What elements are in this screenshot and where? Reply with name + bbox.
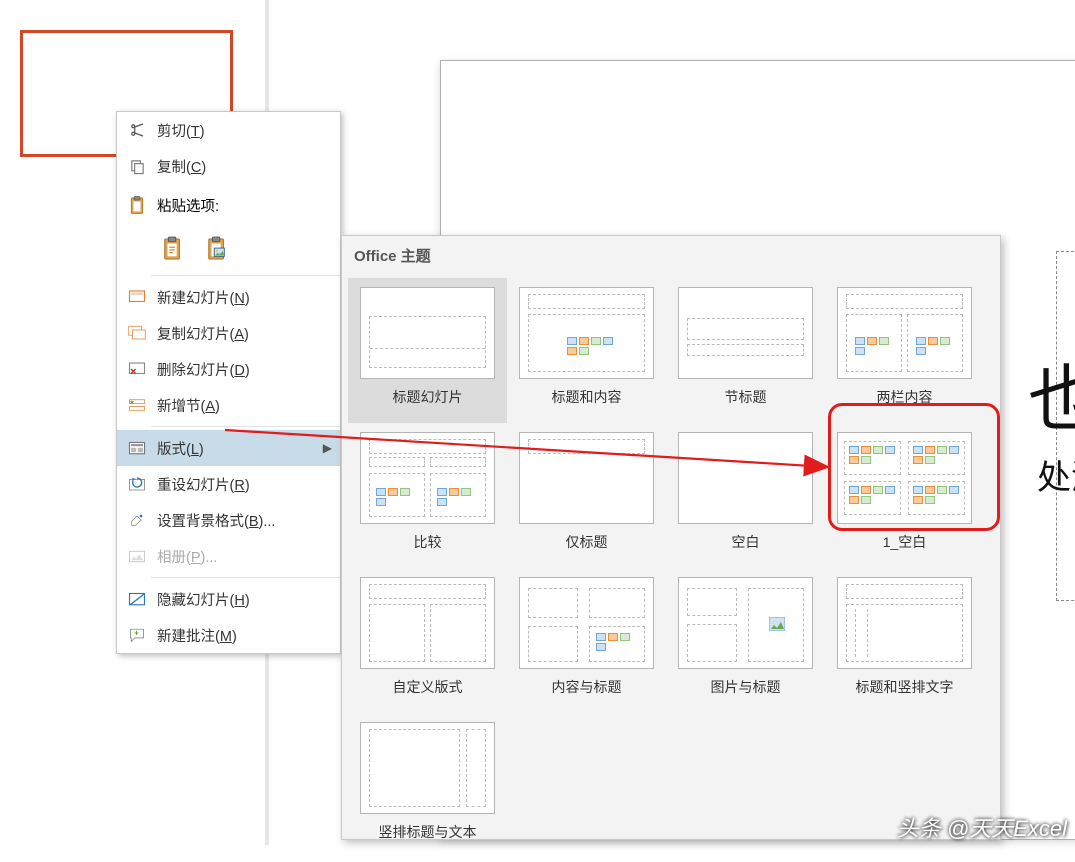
layout-flyout: Office 主题 标题幻灯片 标题和内容 节标题 两栏内容 比较 仅标题 — [341, 235, 1001, 840]
menu-photo-album: 相册(P)... — [117, 538, 340, 574]
layout-label: 比较 — [414, 532, 442, 552]
flyout-title: Office 主题 — [342, 236, 1000, 274]
context-menu: 剪切(T) 复制(C) 粘贴选项: 新建幻灯片(N) 复制幻灯片(A) 删除幻灯… — [116, 111, 341, 654]
layout-label: 空白 — [732, 532, 760, 552]
paste-options-row — [117, 226, 340, 272]
menu-copy[interactable]: 复制(C) — [117, 148, 340, 184]
menu-format-background[interactable]: 设置背景格式(B)... — [117, 502, 340, 538]
layout-label: 仅标题 — [566, 532, 608, 552]
layout-1-blank[interactable]: 1_空白 — [825, 423, 984, 568]
layout-label: 内容与标题 — [552, 677, 622, 697]
copy-icon — [125, 155, 149, 177]
menu-delete-slide[interactable]: 删除幻灯片(D) — [117, 351, 340, 387]
slide-text-fragment: 处添 — [1037, 450, 1075, 499]
svg-text:✶: ✶ — [129, 398, 135, 407]
layout-title-vertical-text[interactable]: 标题和竖排文字 — [825, 568, 984, 713]
submenu-arrow-icon: ▶ — [323, 441, 332, 455]
layout-label: 自定义版式 — [393, 677, 463, 697]
menu-label: 粘贴选项: — [157, 195, 219, 216]
hide-slide-icon — [125, 588, 149, 610]
layout-thumb — [360, 287, 495, 379]
layout-vertical-title-text[interactable]: 竖排标题与文本 — [348, 713, 507, 858]
svg-text:+: + — [134, 629, 139, 638]
layout-label: 两栏内容 — [877, 387, 933, 407]
menu-add-section[interactable]: ✶ 新增节(A) — [117, 387, 340, 423]
format-bg-icon — [125, 509, 149, 531]
menu-label: 设置背景格式(B)... — [157, 510, 275, 531]
layout-label: 标题幻灯片 — [393, 387, 463, 407]
layout-label: 节标题 — [725, 387, 767, 407]
layout-title-only[interactable]: 仅标题 — [507, 423, 666, 568]
layout-section-header[interactable]: 节标题 — [666, 278, 825, 423]
menu-reset-slide[interactable]: 重设幻灯片(R) — [117, 466, 340, 502]
watermark: 头条 @天天Excel — [897, 811, 1067, 843]
menu-label: 相册(P)... — [157, 546, 217, 567]
layout-picture-with-caption[interactable]: 图片与标题 — [666, 568, 825, 713]
menu-layout[interactable]: 版式(L) ▶ — [117, 430, 340, 466]
layout-label: 竖排标题与文本 — [379, 822, 477, 842]
delete-slide-icon — [125, 358, 149, 380]
menu-label: 复制(C) — [157, 156, 206, 177]
layout-two-content[interactable]: 两栏内容 — [825, 278, 984, 423]
reset-icon — [125, 473, 149, 495]
slide-text-fragment: 也 — [1028, 340, 1075, 445]
layout-comparison[interactable]: 比较 — [348, 423, 507, 568]
add-section-icon: ✶ — [125, 394, 149, 416]
menu-cut[interactable]: 剪切(T) — [117, 112, 340, 148]
separator — [151, 275, 340, 276]
menu-new-comment[interactable]: + 新建批注(M) — [117, 617, 340, 653]
menu-label: 剪切(T) — [157, 120, 205, 141]
menu-label: 新增节(A) — [157, 395, 220, 416]
layout-grid: 标题幻灯片 标题和内容 节标题 两栏内容 比较 仅标题 空白 — [342, 274, 1000, 862]
separator — [151, 426, 340, 427]
menu-new-slide[interactable]: 新建幻灯片(N) — [117, 279, 340, 315]
menu-label: 复制幻灯片(A) — [157, 323, 249, 344]
clipboard-icon — [125, 194, 149, 216]
layout-content-with-caption[interactable]: 内容与标题 — [507, 568, 666, 713]
layout-label: 1_空白 — [883, 532, 927, 552]
paste-keep-source-button[interactable] — [157, 231, 189, 267]
layout-title-content[interactable]: 标题和内容 — [507, 278, 666, 423]
scissors-icon — [125, 119, 149, 141]
menu-label: 版式(L) — [157, 438, 204, 459]
menu-hide-slide[interactable]: 隐藏幻灯片(H) — [117, 581, 340, 617]
menu-duplicate-slide[interactable]: 复制幻灯片(A) — [117, 315, 340, 351]
layout-label: 标题和内容 — [552, 387, 622, 407]
separator — [151, 577, 340, 578]
layout-title-slide[interactable]: 标题幻灯片 — [348, 278, 507, 423]
menu-label: 重设幻灯片(R) — [157, 474, 250, 495]
paste-picture-button[interactable] — [201, 231, 233, 267]
new-slide-icon — [125, 286, 149, 308]
layout-icon — [125, 437, 149, 459]
menu-label: 新建批注(M) — [157, 625, 237, 646]
menu-label: 隐藏幻灯片(H) — [157, 589, 250, 610]
layout-blank[interactable]: 空白 — [666, 423, 825, 568]
menu-label: 删除幻灯片(D) — [157, 359, 250, 380]
menu-label: 新建幻灯片(N) — [157, 287, 250, 308]
comment-icon: + — [125, 624, 149, 646]
layout-label: 图片与标题 — [711, 677, 781, 697]
menu-paste-options: 粘贴选项: — [117, 184, 340, 226]
layout-custom[interactable]: 自定义版式 — [348, 568, 507, 713]
layout-label: 标题和竖排文字 — [856, 677, 954, 697]
album-icon — [125, 545, 149, 567]
duplicate-slide-icon — [125, 322, 149, 344]
